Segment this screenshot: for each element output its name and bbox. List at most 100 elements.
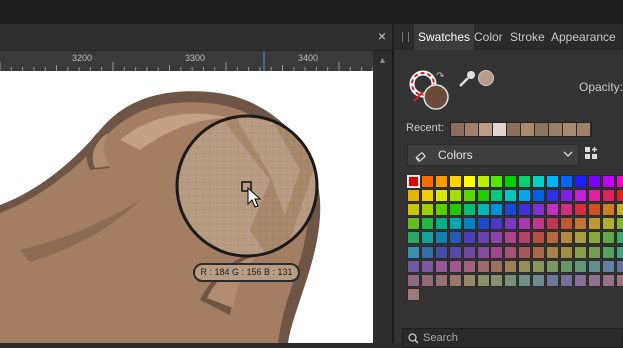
swatch[interactable] [407,203,420,216]
swatch[interactable] [504,217,517,230]
swatch[interactable] [407,246,420,259]
swatch[interactable] [602,217,615,230]
swatch[interactable] [504,189,517,202]
recent-color-swatch[interactable] [563,123,577,136]
swatch[interactable] [518,175,531,188]
swatch[interactable] [588,260,601,273]
swatch[interactable] [463,175,476,188]
recent-color-swatch[interactable] [521,123,535,136]
swatch[interactable] [602,189,615,202]
swatch[interactable] [546,189,559,202]
swatch[interactable] [574,203,587,216]
swatch[interactable] [546,175,559,188]
swatch[interactable] [588,189,601,202]
swatch[interactable] [602,260,615,273]
recent-color-swatch[interactable] [493,123,507,136]
swatch[interactable] [463,274,476,287]
swatch[interactable] [532,189,545,202]
swatch[interactable] [490,274,503,287]
tab-color[interactable]: Color [470,24,507,50]
swatch[interactable] [504,203,517,216]
swatch[interactable] [449,175,462,188]
swatch[interactable] [407,231,420,244]
swatch[interactable] [574,246,587,259]
swatch[interactable] [574,231,587,244]
swatch[interactable] [504,231,517,244]
swatch[interactable] [560,246,573,259]
swatch[interactable] [532,175,545,188]
swatch[interactable] [435,231,448,244]
swatch[interactable] [477,217,490,230]
swatch[interactable] [588,203,601,216]
swatch[interactable] [602,246,615,259]
swatch[interactable] [463,246,476,259]
swatch[interactable] [560,175,573,188]
swatch[interactable] [546,231,559,244]
swatch[interactable] [463,203,476,216]
swatch[interactable] [477,189,490,202]
swatch[interactable] [407,217,420,230]
swatch[interactable] [435,203,448,216]
swatch[interactable] [490,175,503,188]
swatch[interactable] [421,274,434,287]
swatch[interactable] [463,217,476,230]
swatch[interactable] [616,217,623,230]
swatch[interactable] [588,246,601,259]
swatch[interactable] [560,203,573,216]
tab-stroke[interactable]: Stroke [506,24,549,50]
color-picker-icon[interactable] [456,68,478,90]
swatch[interactable] [532,231,545,244]
recent-color-swatch[interactable] [507,123,521,136]
swatch[interactable] [490,203,503,216]
swatch[interactable] [616,274,623,287]
swatch[interactable] [477,274,490,287]
swatch[interactable] [616,203,623,216]
swatch[interactable] [435,260,448,273]
swatch[interactable] [477,260,490,273]
recent-color-swatch[interactable] [577,123,591,136]
swatch[interactable] [449,231,462,244]
swatch[interactable] [407,274,420,287]
swatch[interactable] [546,246,559,259]
swatch[interactable] [449,217,462,230]
swatch[interactable] [602,203,615,216]
swatch[interactable] [602,274,615,287]
swatch[interactable] [421,217,434,230]
tab-swatches[interactable]: Swatches [414,24,474,50]
swatch[interactable] [504,260,517,273]
swatch[interactable] [449,189,462,202]
swatch[interactable] [463,260,476,273]
swatch[interactable] [546,260,559,273]
swatch[interactable] [407,175,420,188]
swatch[interactable] [490,217,503,230]
swatch[interactable] [407,189,420,202]
swatch[interactable] [532,274,545,287]
palette-dropdown[interactable]: Colors [407,144,579,166]
swatch[interactable] [477,246,490,259]
swatch[interactable] [588,175,601,188]
swatch[interactable] [518,260,531,273]
swatch[interactable] [407,288,420,301]
swatch[interactable] [546,203,559,216]
swatch[interactable] [616,246,623,259]
swatch[interactable] [560,274,573,287]
swatch[interactable] [518,217,531,230]
swatch[interactable] [435,246,448,259]
swatch[interactable] [449,274,462,287]
swatch[interactable] [546,274,559,287]
swatch[interactable] [504,246,517,259]
swatch[interactable] [588,274,601,287]
swatch[interactable] [560,217,573,230]
recent-color-swatch[interactable] [549,123,563,136]
swatch[interactable] [449,203,462,216]
swatch[interactable] [477,231,490,244]
swatch[interactable] [574,260,587,273]
swatch[interactable] [602,231,615,244]
tab-appearance[interactable]: Appearance [547,24,620,50]
swatch[interactable] [560,260,573,273]
swatch[interactable] [560,189,573,202]
swatch-search[interactable] [402,328,623,348]
swap-colors-icon[interactable]: ↷ [436,71,444,82]
swatch[interactable] [518,274,531,287]
swatch[interactable] [588,217,601,230]
